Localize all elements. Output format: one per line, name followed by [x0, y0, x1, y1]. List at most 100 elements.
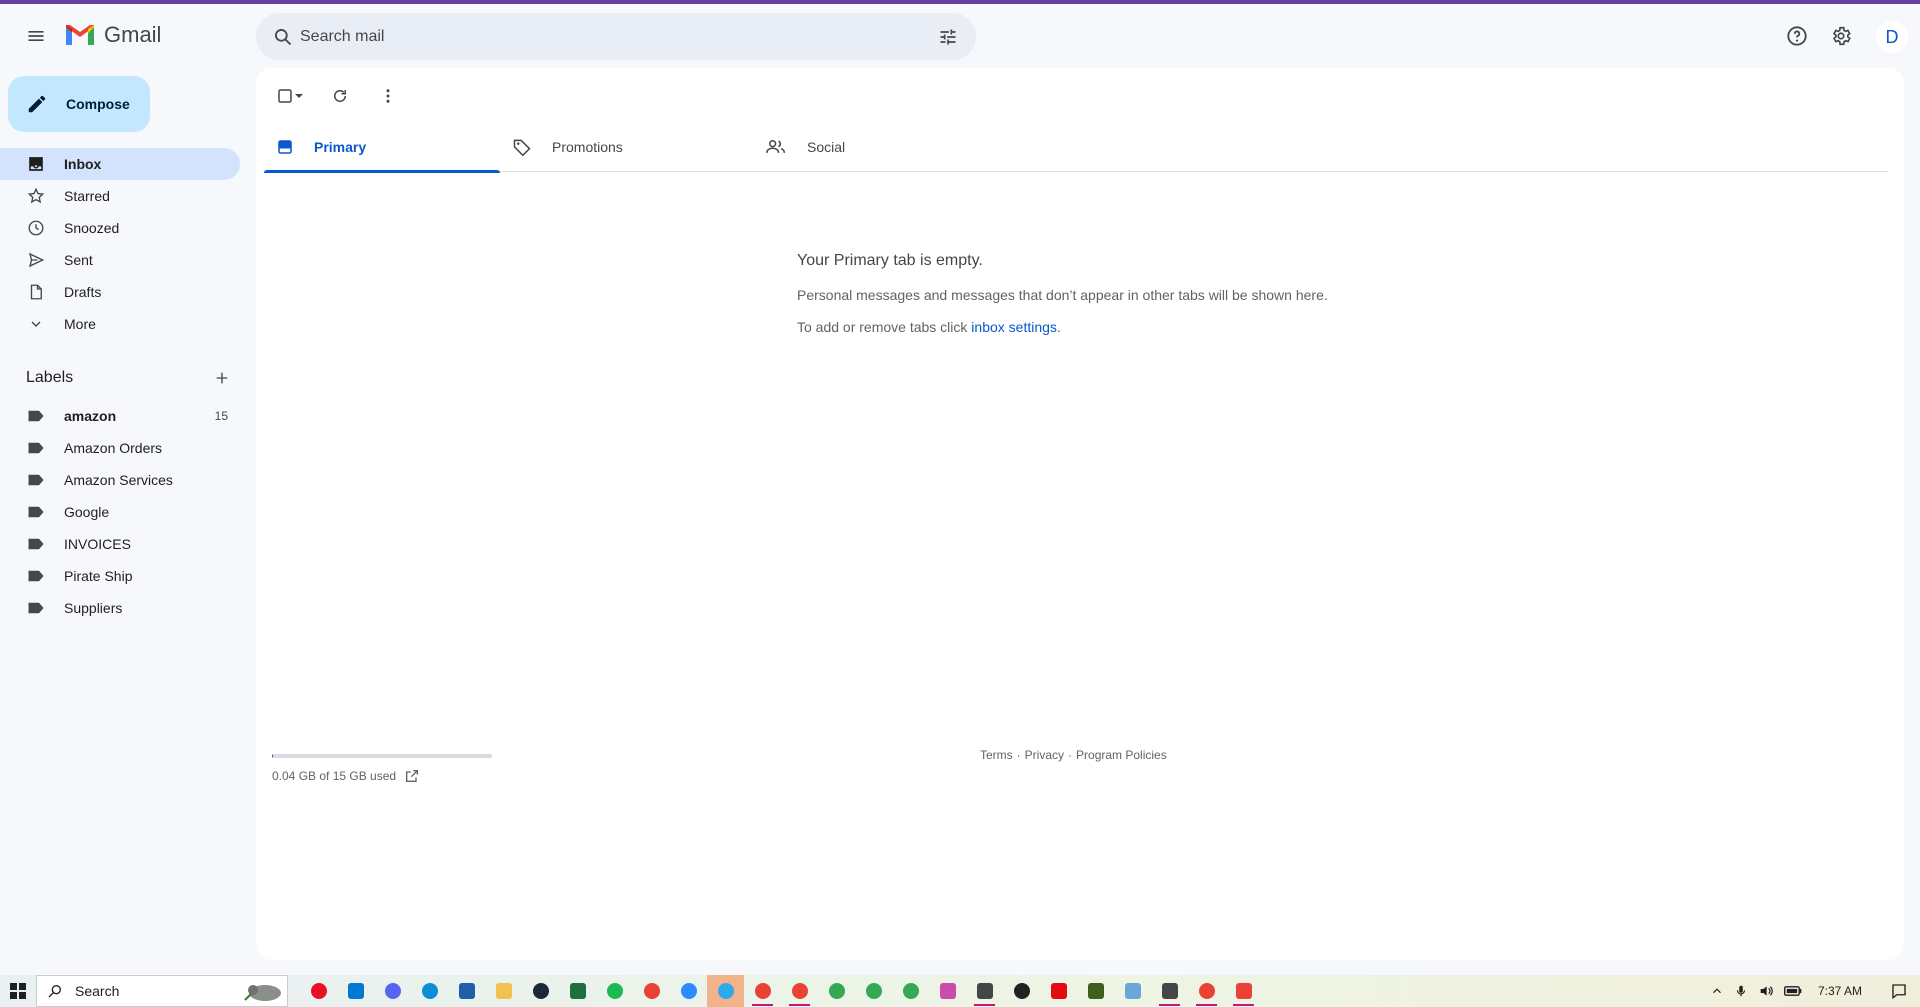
- netflix-app-button[interactable]: [1040, 975, 1077, 1007]
- label-name: INVOICES: [64, 536, 131, 552]
- battery-icon[interactable]: [1783, 985, 1802, 997]
- footer-links: Terms · Privacy · Program Policies: [980, 748, 1167, 762]
- taskbar-search[interactable]: Search: [36, 975, 288, 1007]
- label-name: Amazon Orders: [64, 440, 163, 456]
- label-item-pirate-ship[interactable]: Pirate Ship: [0, 560, 240, 592]
- search-input[interactable]: [300, 13, 900, 60]
- label-item-amazon-services[interactable]: Amazon Services: [0, 464, 240, 496]
- obs-app-button[interactable]: [1003, 975, 1040, 1007]
- notepad-app-button[interactable]: [1114, 975, 1151, 1007]
- paint-app-button[interactable]: [929, 975, 966, 1007]
- sidebar-nav: Inbox Starred Snoozed Sent Drafts More: [0, 148, 240, 340]
- account-avatar[interactable]: D: [1876, 21, 1908, 53]
- terms-link[interactable]: Terms: [980, 748, 1013, 762]
- sidebar-item-inbox[interactable]: Inbox: [0, 148, 240, 180]
- label-item-invoices[interactable]: INVOICES: [0, 528, 240, 560]
- label-icon: [26, 406, 46, 426]
- checkbox-icon: [278, 89, 292, 103]
- notification-icon[interactable]: [1890, 982, 1908, 1000]
- chrome-app-6-icon: [902, 983, 919, 999]
- gear-icon: [1832, 26, 1851, 46]
- label-item-google[interactable]: Google: [0, 496, 240, 528]
- search-options-button[interactable]: [932, 21, 964, 53]
- spotify-app-button[interactable]: [596, 975, 633, 1007]
- sidebar-item-drafts[interactable]: Drafts: [0, 276, 240, 308]
- search-icon: [48, 985, 61, 998]
- inbox-settings-link[interactable]: inbox settings: [971, 319, 1057, 335]
- hint-suffix: .: [1056, 319, 1061, 335]
- running-indicator: [1233, 1004, 1254, 1006]
- program-policies-link[interactable]: Program Policies: [1076, 748, 1167, 762]
- settings-button[interactable]: [1824, 19, 1858, 53]
- files-app-button[interactable]: [485, 975, 522, 1007]
- microphone-icon[interactable]: [1734, 983, 1748, 999]
- sidebar-item-sent[interactable]: Sent: [0, 244, 240, 276]
- netflix-app-icon: [1050, 983, 1067, 999]
- sidebar-item-label: Drafts: [64, 284, 102, 300]
- labels-header: Labels: [26, 364, 236, 392]
- cast-app-button[interactable]: [300, 975, 337, 1007]
- sidebar-item-snoozed[interactable]: Snoozed: [0, 212, 240, 244]
- sticky-app-button[interactable]: [1077, 975, 1114, 1007]
- privacy-link[interactable]: Privacy: [1025, 748, 1064, 762]
- sidebar-item-more[interactable]: More: [0, 308, 240, 340]
- sticky-app-icon: [1087, 983, 1104, 999]
- gmail-logo[interactable]: Gmail: [64, 22, 161, 48]
- label-icon: [26, 534, 46, 554]
- telegram-app-button[interactable]: [707, 975, 744, 1007]
- compose-button[interactable]: Compose: [8, 76, 150, 132]
- refresh-button[interactable]: [320, 80, 360, 112]
- label-item-amazon[interactable]: amazon 15: [0, 400, 240, 432]
- labels-title: Labels: [26, 369, 74, 386]
- empty-state-hint: To add or remove tabs click inbox settin…: [797, 319, 1497, 335]
- storage-usage-fill: [272, 754, 273, 758]
- tab-social[interactable]: Social: [753, 122, 989, 172]
- calculator-app-icon: [976, 983, 993, 999]
- chrome-app-4-button[interactable]: [818, 975, 855, 1007]
- main-menu-button[interactable]: [16, 16, 56, 56]
- spotify-app-icon: [606, 983, 623, 999]
- excel-app-button[interactable]: [559, 975, 596, 1007]
- chrome-app-2-button[interactable]: [744, 975, 781, 1007]
- chrome-app-6-button[interactable]: [892, 975, 929, 1007]
- label-icon: [26, 566, 46, 586]
- open-external-icon[interactable]: [404, 768, 420, 784]
- settings-app-button[interactable]: [1151, 975, 1188, 1007]
- edge-app-button[interactable]: [411, 975, 448, 1007]
- tab-primary[interactable]: Primary: [264, 122, 500, 173]
- snip-app-button[interactable]: [1225, 975, 1262, 1007]
- volume-icon[interactable]: [1758, 983, 1774, 999]
- chevron-up-icon[interactable]: [1710, 984, 1724, 998]
- empty-state-title: Your Primary tab is empty.: [797, 252, 983, 269]
- create-label-button[interactable]: [208, 364, 236, 392]
- label-unread-count: 15: [214, 409, 228, 423]
- tab-promotions[interactable]: Promotions: [500, 122, 753, 172]
- chrome-app-button[interactable]: [633, 975, 670, 1007]
- label-icon: [26, 470, 46, 490]
- select-all-checkbox[interactable]: [268, 80, 312, 112]
- label-item-suppliers[interactable]: Suppliers: [0, 592, 240, 624]
- start-button[interactable]: [0, 975, 36, 1007]
- zoom-app-button[interactable]: [670, 975, 707, 1007]
- search-button[interactable]: [266, 20, 300, 54]
- chrome-app-3-button[interactable]: [781, 975, 818, 1007]
- system-tray: 7:37 AM: [1710, 975, 1920, 1007]
- steam-app-button[interactable]: [522, 975, 559, 1007]
- calculator-app-button[interactable]: [966, 975, 1003, 1007]
- running-indicator: [752, 1004, 773, 1006]
- cast-app-icon: [310, 983, 327, 999]
- inbox-icon: [26, 154, 46, 174]
- more-options-button[interactable]: [368, 80, 408, 112]
- sidebar-item-starred[interactable]: Starred: [0, 180, 240, 212]
- chrome-app-7-button[interactable]: [1188, 975, 1225, 1007]
- clock-time[interactable]: 7:37 AM: [1818, 984, 1862, 998]
- support-button[interactable]: [1780, 19, 1814, 53]
- store-app-button[interactable]: [448, 975, 485, 1007]
- discord-app-button[interactable]: [374, 975, 411, 1007]
- taskbar-search-label: Search: [75, 983, 120, 999]
- chrome-app-5-button[interactable]: [855, 975, 892, 1007]
- mail-app-button[interactable]: [337, 975, 374, 1007]
- snip-app-icon: [1235, 983, 1252, 999]
- draft-icon: [26, 282, 46, 302]
- label-item-amazon-orders[interactable]: Amazon Orders: [0, 432, 240, 464]
